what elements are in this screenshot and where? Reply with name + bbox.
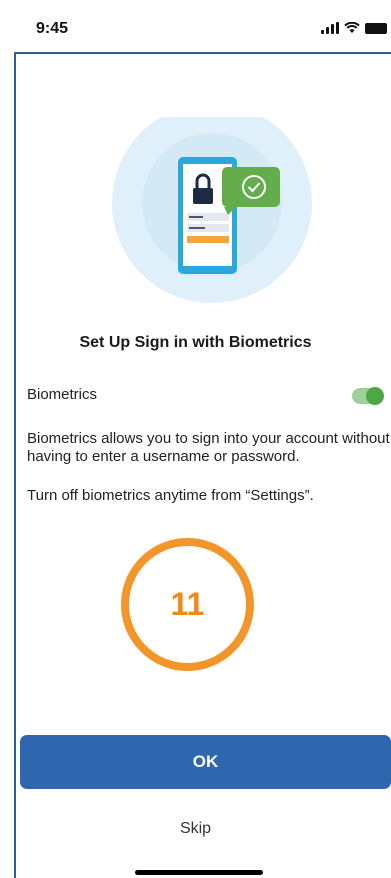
- biometrics-illustration: [112, 103, 312, 303]
- biometrics-row: Biometrics: [27, 386, 391, 408]
- status-time: 9:45: [36, 20, 69, 37]
- settings-note: Turn off biometrics anytime from “Settin…: [27, 487, 314, 504]
- frame-border-left: [14, 52, 16, 878]
- biometrics-description: Biometrics allows you to sign into your …: [27, 430, 390, 465]
- biometrics-label: Biometrics: [27, 386, 98, 403]
- page-title: Set Up Sign in with Biometrics: [79, 334, 312, 351]
- toggle-knob: [366, 387, 384, 405]
- step-number: 11: [170, 586, 205, 622]
- frame-border-top: [14, 52, 391, 54]
- ok-button[interactable]: OK: [20, 735, 391, 789]
- home-indicator: [135, 870, 263, 875]
- skip-button[interactable]: Skip: [0, 820, 391, 838]
- battery-icon: [365, 23, 387, 34]
- biometrics-toggle[interactable]: [352, 387, 384, 405]
- step-number-badge: 11: [121, 538, 254, 671]
- wifi-icon: [344, 22, 360, 33]
- login-button-illustration: [187, 236, 229, 243]
- status-bar: 9:45: [0, 0, 391, 52]
- status-icons: [321, 22, 387, 34]
- cellular-signal-icon: [321, 22, 339, 34]
